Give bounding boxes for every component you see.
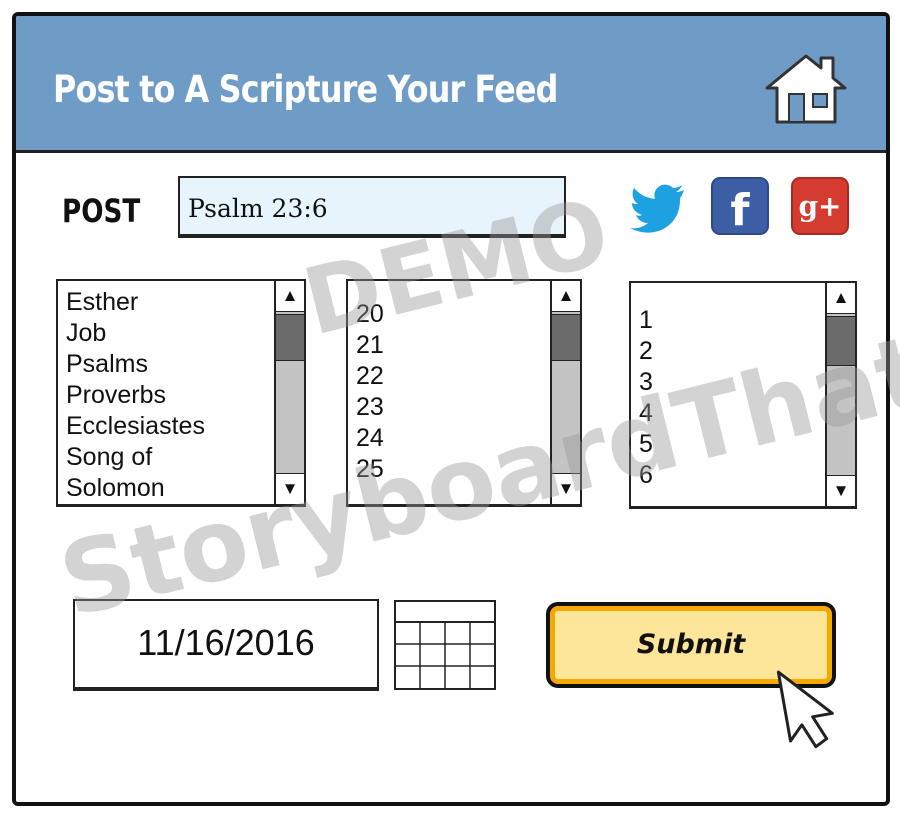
google-plus-icon[interactable]: g+ [790, 176, 850, 236]
book-list[interactable]: Esther Job Psalms Proverbs Ecclesiastes … [56, 279, 306, 507]
scroll-thumb[interactable] [552, 314, 580, 361]
page-title: Post to A Scripture Your Feed [53, 68, 558, 111]
scroll-up-arrow-icon[interactable]: ▲ [276, 281, 304, 312]
verse-list[interactable]: 1 2 3 4 5 6 ▲ ▼ [629, 281, 857, 509]
facebook-icon[interactable]: f [710, 176, 770, 236]
date-field[interactable]: 11/16/2016 [73, 599, 379, 691]
scroll-down-arrow-icon[interactable]: ▼ [552, 473, 580, 504]
scroll-up-arrow-icon[interactable]: ▲ [827, 283, 855, 314]
list-item[interactable]: Proverbs [66, 380, 205, 411]
book-list-items: Esther Job Psalms Proverbs Ecclesiastes … [66, 287, 205, 504]
list-item[interactable]: 6 [639, 460, 653, 491]
list-item[interactable]: 22 [356, 361, 384, 392]
list-item[interactable]: Song of [66, 442, 205, 473]
list-item[interactable]: 20 [356, 299, 384, 330]
list-item[interactable]: Ecclesiastes [66, 411, 205, 442]
list-item[interactable]: 3 [639, 367, 653, 398]
scrollbar[interactable]: ▲ ▼ [550, 281, 580, 504]
scroll-thumb[interactable] [827, 316, 855, 366]
twitter-icon[interactable] [628, 176, 688, 236]
list-item[interactable]: 21 [356, 330, 384, 361]
list-item[interactable]: 2 [639, 336, 653, 367]
calendar-icon[interactable] [394, 600, 496, 690]
chapter-list-items: 20 21 22 23 24 25 [356, 299, 384, 485]
mouse-pointer-icon [776, 670, 834, 749]
post-label: POST [62, 192, 141, 230]
list-item[interactable]: 25 [356, 454, 384, 485]
facebook-glyph: f [730, 185, 750, 236]
chapter-list[interactable]: 20 21 22 23 24 25 ▲ ▼ [346, 279, 582, 507]
app-window: Post to A Scripture Your Feed POST Psalm… [12, 12, 890, 806]
list-item[interactable]: 24 [356, 423, 384, 454]
post-input[interactable]: Psalm 23:6 [178, 176, 566, 238]
scroll-down-arrow-icon[interactable]: ▼ [276, 473, 304, 504]
google-plus-glyph: g+ [798, 190, 841, 223]
list-item[interactable]: 5 [639, 429, 653, 460]
scroll-thumb[interactable] [276, 314, 304, 361]
list-item[interactable]: 23 [356, 392, 384, 423]
scroll-up-arrow-icon[interactable]: ▲ [552, 281, 580, 312]
scrollbar[interactable]: ▲ ▼ [825, 283, 855, 506]
list-item[interactable]: 1 [639, 305, 653, 336]
header-bar: Post to A Scripture Your Feed [16, 16, 886, 153]
verse-list-items: 1 2 3 4 5 6 [639, 305, 653, 491]
list-item[interactable]: Psalms [66, 349, 205, 380]
scrollbar[interactable]: ▲ ▼ [274, 281, 304, 504]
list-item[interactable]: Solomon [66, 473, 205, 504]
home-icon[interactable] [761, 48, 851, 128]
list-item[interactable]: Job [66, 318, 205, 349]
list-item[interactable]: Esther [66, 287, 205, 318]
scroll-down-arrow-icon[interactable]: ▼ [827, 475, 855, 506]
list-item[interactable]: 4 [639, 398, 653, 429]
